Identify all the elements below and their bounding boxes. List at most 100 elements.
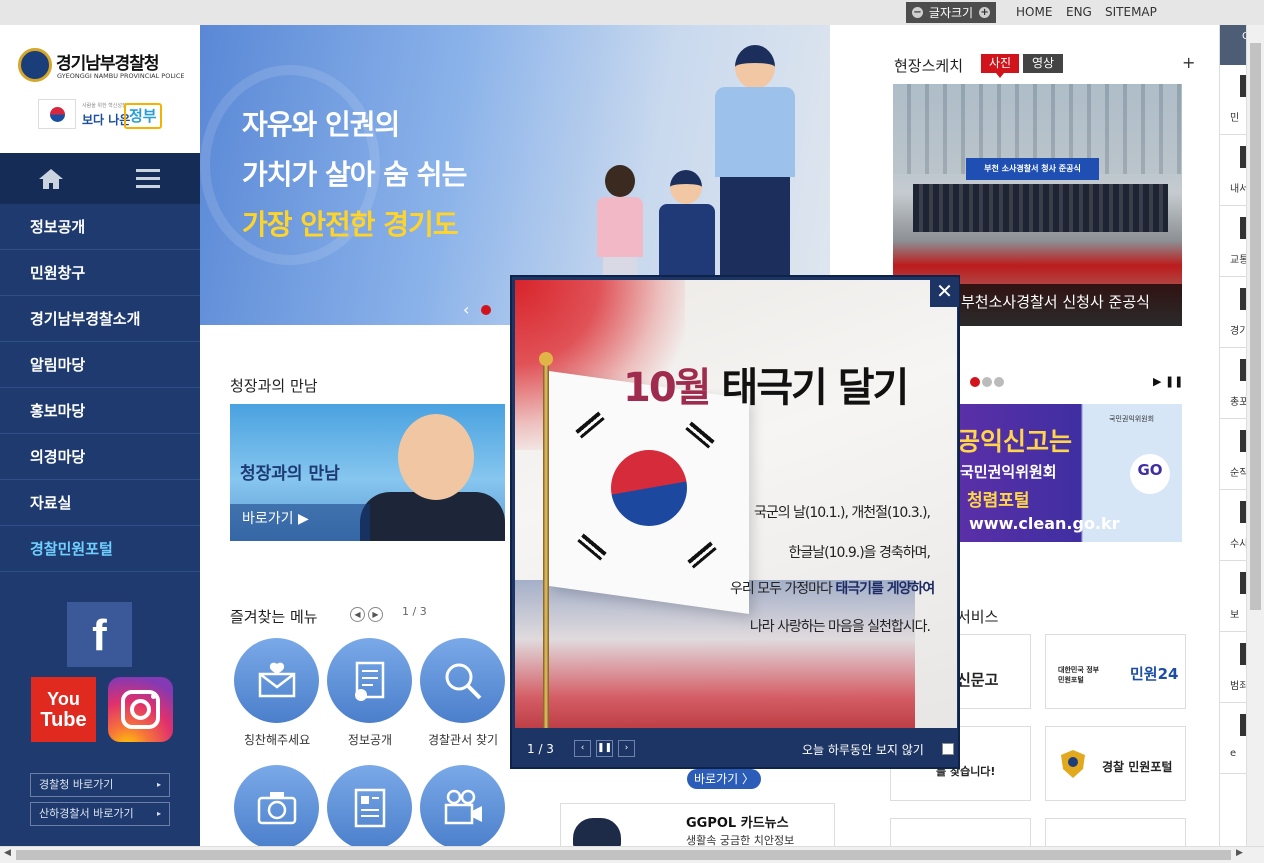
clean-portal-banner[interactable]: 국민권익위원회 공익신고는 국민권익위원회 청렴포털 www.clean.go.… (957, 404, 1182, 542)
hero-prev-button[interactable]: ‹ (463, 300, 469, 319)
eng-link[interactable]: ENG (1066, 5, 1092, 19)
praise-icon[interactable] (234, 638, 319, 723)
nav-item-civil[interactable]: 민원창구 (0, 250, 200, 296)
sitemap-link[interactable]: SITEMAP (1105, 5, 1157, 19)
gov-slogan-mark: 정부 (124, 103, 162, 129)
popup-title: 10월 태극기 달기 (623, 365, 909, 411)
clean-line-1: 공익신고는 (957, 427, 1073, 456)
favorites-page-indicator: 1 / 3 (402, 605, 427, 618)
service-police-portal-label: 경찰 민원포털 (1102, 760, 1173, 774)
nav-item-notice[interactable]: 알림마당 (0, 342, 200, 388)
carousel-dot[interactable] (994, 377, 1004, 387)
font-increase-button[interactable]: + (979, 7, 991, 18)
hero-line-1: 자유와 인권의 (242, 108, 400, 141)
search-icon[interactable] (420, 638, 505, 723)
nav-top-bar (0, 153, 200, 204)
police-hq-goto[interactable]: 경찰청 바로가기 ▸ (30, 773, 170, 797)
main-nav: 정보공개 민원창구 경기남부경찰소개 알림마당 홍보마당 의경마당 자료실 경찰… (0, 204, 200, 572)
sidebar: 경기남부경찰청 GYEONGGI NAMBU PROVINCIAL POLICE… (0, 25, 200, 848)
arrow-right-icon: ▸ (156, 780, 161, 789)
hero-line-2: 가치가 살아 숨 쉬는 (242, 158, 467, 191)
sketch-event-banner: 부천 소사경찰서 청사 준공식 (966, 158, 1099, 180)
hero-line-3: 가장 안전한 경기도 (242, 208, 459, 241)
youtube-label-1: You (47, 689, 80, 709)
close-icon[interactable]: ✕ (930, 278, 959, 307)
find-station-label: 경찰관서 찾기 (427, 733, 499, 747)
meet-banner[interactable]: 청장과의 만남 바로가기 ▶ (230, 404, 505, 541)
meet-banner-title: 청장과의 만남 (240, 464, 340, 484)
carousel-dot[interactable] (970, 377, 980, 387)
center-goto-button[interactable]: 바로가기 〉 (687, 769, 761, 789)
favorites-pager: ◀ ▶ (350, 606, 386, 622)
card-news-title: GGPOL 카드뉴스 (686, 816, 789, 831)
korea-flag-icon (38, 99, 76, 129)
popup-line-2: 한글날(10.9.)을 경축하며, (788, 545, 932, 561)
sketch-title: 현장스케치 (894, 57, 964, 75)
service-minwon24-label: 민원24 (1130, 665, 1179, 683)
carousel-dot[interactable] (982, 377, 992, 387)
favorites-prev-button[interactable]: ◀ (350, 607, 365, 622)
popup-hide-today-checkbox[interactable] (942, 743, 954, 755)
font-decrease-button[interactable]: − (911, 7, 923, 18)
logo-area[interactable]: 경기남부경찰청 GYEONGGI NAMBU PROVINCIAL POLICE… (0, 25, 200, 153)
nav-item-portal[interactable]: 경찰민원포털 (0, 526, 200, 572)
nav-item-conscript[interactable]: 의경마당 (0, 434, 200, 480)
facebook-icon[interactable]: f (67, 602, 132, 667)
clean-url: www.clean.go.kr (969, 514, 1120, 533)
home-icon[interactable] (38, 168, 64, 190)
nav-item-archive[interactable]: 자료실 (0, 480, 200, 526)
top-utility-bar: − 글자크기 + HOME ENG SITEMAP (0, 0, 1264, 25)
popup-next-button[interactable]: › (618, 740, 635, 757)
stations-goto-label: 산하경찰서 바로가기 (39, 807, 134, 820)
favorites-next-button[interactable]: ▶ (368, 607, 383, 622)
font-size-label: 글자크기 (928, 6, 974, 20)
service-police-portal[interactable]: 경찰 민원포털 (1045, 726, 1186, 801)
service-minwon24[interactable]: 대한민국 정부민원포털 민원24 (1045, 634, 1186, 709)
hero-page-dot[interactable] (481, 305, 491, 315)
vertical-scrollbar[interactable] (1246, 25, 1264, 848)
go-badge: GO (1130, 454, 1170, 494)
clean-line-3: 청렴포털 (967, 491, 1030, 511)
popup-hide-today-label: 오늘 하루동안 보지 않기 (802, 743, 924, 757)
popup-page-count: 1 / 3 (527, 742, 554, 756)
menu-icon[interactable] (136, 169, 160, 189)
notice-popup: 10월 태극기 달기 국군의 날(10.1.), 개천절(10.3.), 한글날… (510, 275, 960, 769)
popup-line-3: 우리 모두 가정마다 태극기를 게양하여 (730, 581, 935, 597)
video-camera-icon[interactable] (420, 765, 505, 850)
org-name: 경기남부경찰청 (56, 54, 159, 74)
info-open-label: 정보공개 (347, 733, 393, 747)
tab-photo[interactable]: 사진 (981, 54, 1019, 78)
nav-item-info[interactable]: 정보공개 (0, 204, 200, 250)
nav-item-pr[interactable]: 홍보마당 (0, 388, 200, 434)
horizontal-scrollbar[interactable]: ◀ ▶ (0, 846, 1264, 863)
sketch-more-button[interactable]: + (1182, 53, 1195, 72)
tab-video[interactable]: 영상 (1023, 54, 1063, 73)
nav-item-about[interactable]: 경기남부경찰소개 (0, 296, 200, 342)
newspaper-icon[interactable] (327, 765, 412, 850)
document-icon[interactable] (327, 638, 412, 723)
favorites-title: 즐겨찾는 메뉴 (230, 608, 318, 626)
home-link[interactable]: HOME (1016, 5, 1052, 19)
police-cap-icon (573, 818, 621, 848)
popup-prev-button[interactable]: ‹ (574, 740, 591, 757)
stations-goto[interactable]: 산하경찰서 바로가기 ▸ (30, 802, 170, 826)
police-officer-figure (710, 45, 795, 307)
taeguk-symbol (611, 450, 687, 526)
meet-goto-button[interactable]: 바로가기 ▶ (230, 504, 370, 541)
services-title: 서비스 (957, 608, 999, 626)
praise-label: 칭찬해주세요 (243, 733, 311, 747)
youtube-label-2: Tube (40, 709, 87, 731)
instagram-icon[interactable] (108, 677, 173, 742)
carousel-play-pause[interactable]: ▶ ❚❚ (1153, 375, 1183, 388)
clean-line-2: 국민권익위원회 (960, 463, 1057, 481)
police-badge-icon (1061, 750, 1085, 778)
service-sinmungo-label: 신문고 (957, 671, 999, 689)
flag-pole (543, 360, 549, 728)
popup-image[interactable]: 10월 태극기 달기 국군의 날(10.1.), 개천절(10.3.), 한글날… (515, 280, 957, 728)
org-english-name: GYEONGGI NAMBU PROVINCIAL POLICE (57, 72, 185, 80)
camera-icon[interactable] (234, 765, 319, 850)
youtube-icon[interactable]: You Tube (31, 677, 96, 742)
popup-pause-button[interactable]: ❚❚ (596, 740, 613, 757)
popup-footer: 1 / 3 ‹ ❚❚ › 오늘 하루동안 보지 않기 (512, 728, 958, 768)
service-minwon24-sub: 대한민국 정부민원포털 (1058, 666, 1100, 684)
